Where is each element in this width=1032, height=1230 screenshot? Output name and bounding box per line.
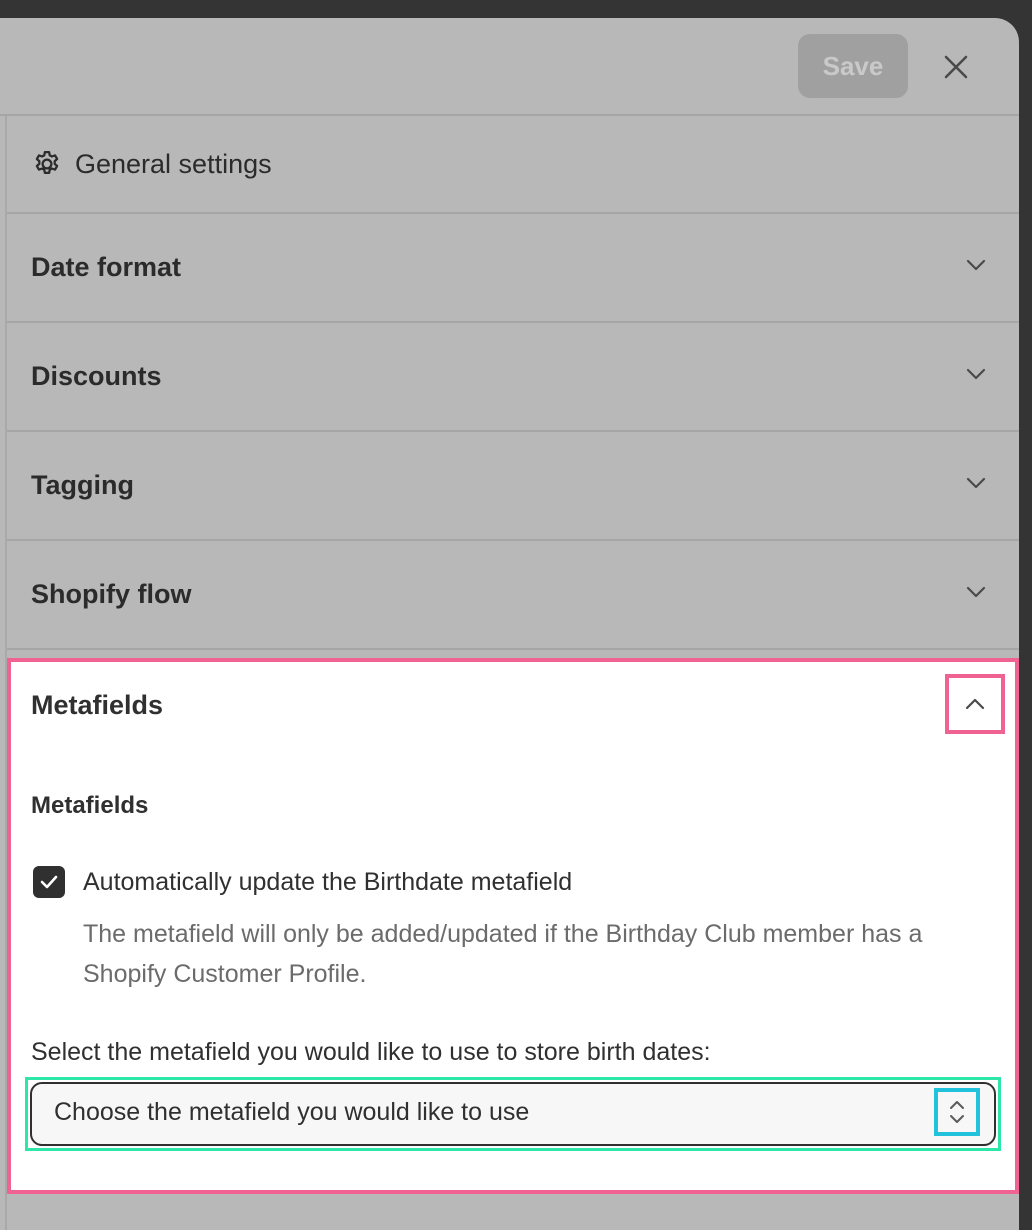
chevron-down-icon[interactable] [962, 251, 990, 279]
section-title: Metafields [31, 792, 149, 819]
general-settings-heading[interactable]: General settings [7, 116, 1019, 214]
panel-header: Save [0, 18, 1019, 116]
panel-footer-area [7, 1194, 1019, 1230]
select-label: Select the metafield you would like to u… [31, 1038, 711, 1066]
accordion-title: Tagging [31, 470, 134, 500]
checkbox-label[interactable]: Automatically update the Birthdate metaf… [83, 868, 572, 897]
accordion-title[interactable]: Metafields [31, 690, 163, 721]
close-button[interactable] [936, 47, 976, 87]
accordion-title: Discounts [31, 361, 162, 391]
accordion-title: Shopify flow [31, 579, 192, 609]
checkmark-icon [40, 875, 58, 889]
help-text: The metafield will only be added/updated… [83, 920, 923, 988]
chevron-down-icon[interactable] [962, 360, 990, 388]
select-chevron-icon[interactable] [934, 1088, 980, 1136]
metafield-select[interactable]: Choose the metafield you would like to u… [30, 1082, 996, 1146]
chevron-down-icon[interactable] [962, 578, 990, 606]
accordion-metafields: Metafields Metafields Automatically upda… [7, 658, 1019, 1194]
chevron-up-icon[interactable] [945, 674, 1005, 734]
accordion-discounts[interactable]: Discounts [7, 323, 1019, 432]
select-value: Choose the metafield you would like to u… [54, 1098, 530, 1126]
select-highlight: Choose the metafield you would like to u… [25, 1077, 1001, 1151]
accordion-title: Date format [31, 252, 182, 282]
close-icon [944, 55, 968, 79]
settings-panel: Save General settings Date format Discou… [0, 18, 1019, 1230]
accordion-tagging[interactable]: Tagging [7, 432, 1019, 541]
accordion-date-format[interactable]: Date format [7, 214, 1019, 323]
general-settings-label: General settings [75, 148, 272, 179]
gear-icon [31, 148, 63, 180]
save-button[interactable]: Save [798, 34, 908, 98]
birthdate-checkbox[interactable] [33, 866, 65, 898]
accordion-shopify-flow[interactable]: Shopify flow [7, 541, 1019, 650]
chevron-down-icon[interactable] [962, 469, 990, 497]
